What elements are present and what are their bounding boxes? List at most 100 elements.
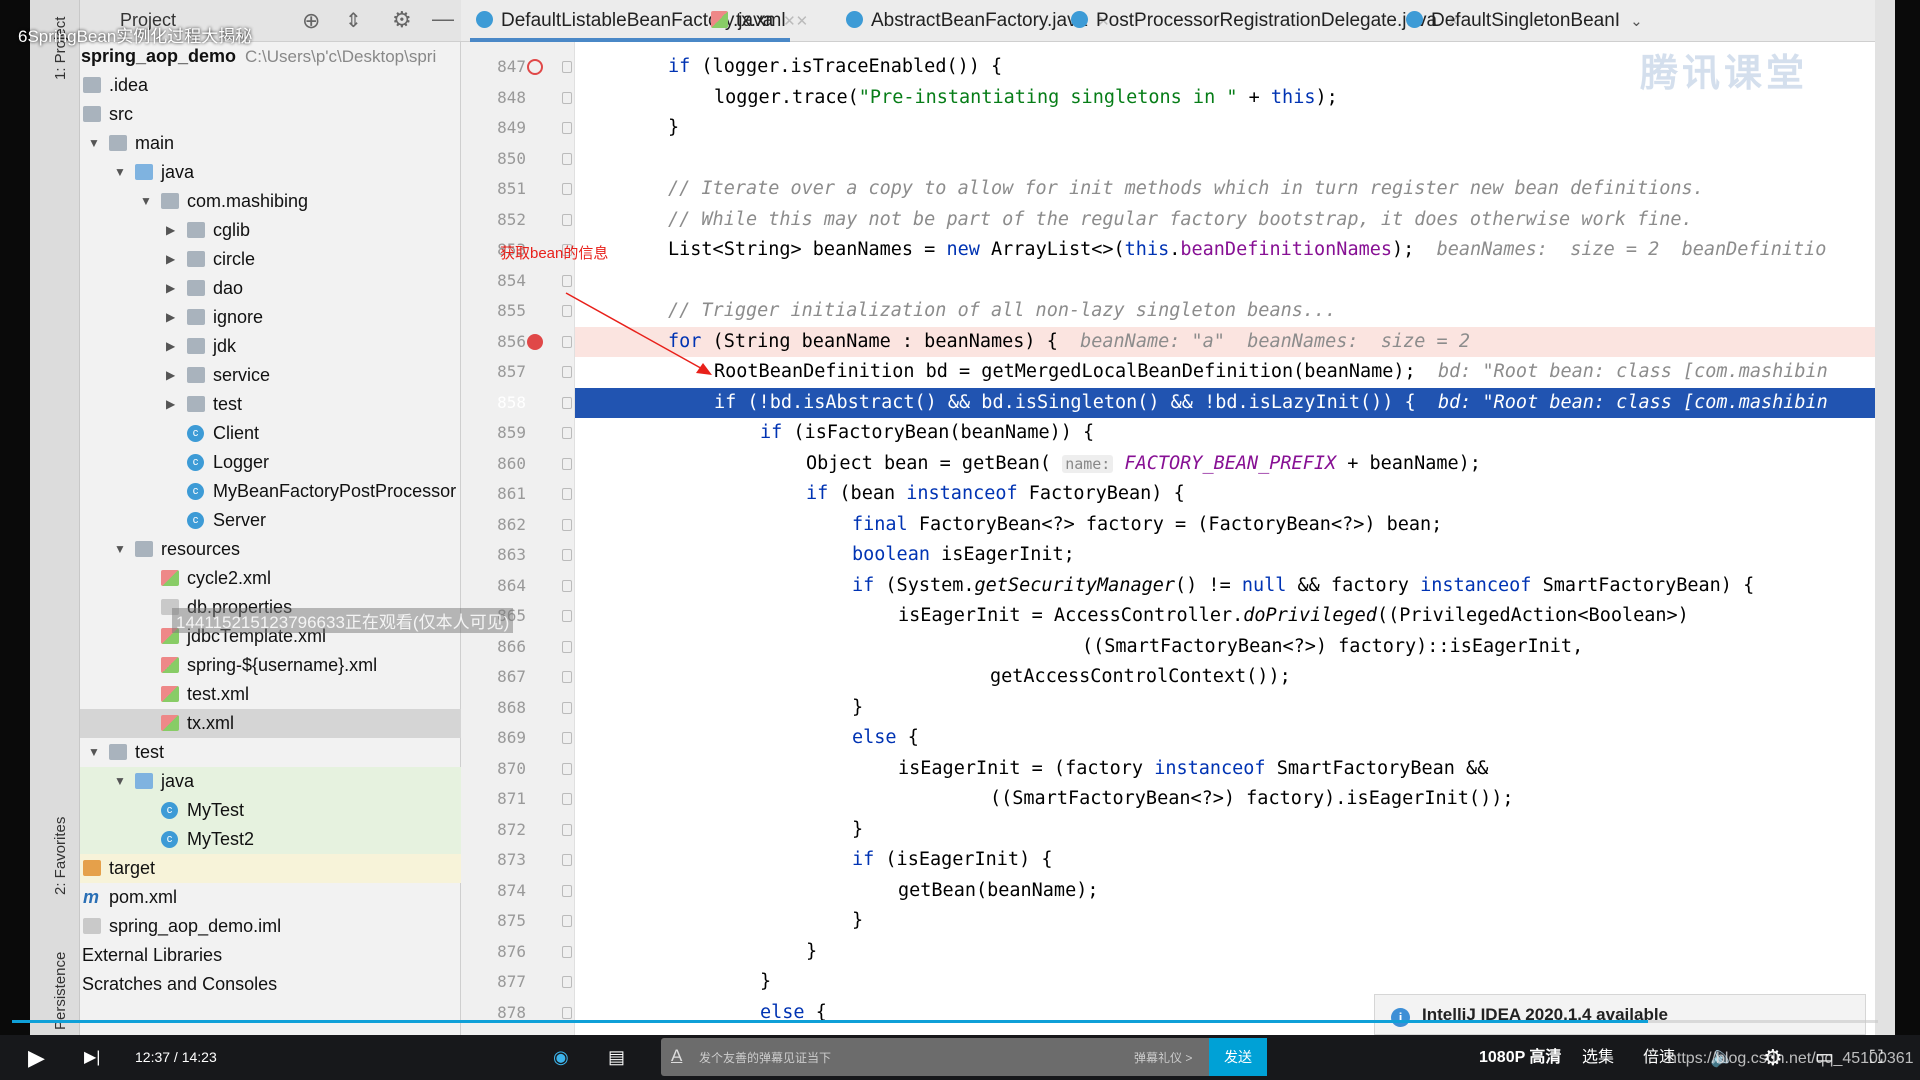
code-line[interactable]: 857 RootBeanDefinition bd = getMergedLoca… [0, 357, 1880, 387]
next-icon[interactable]: ▶| [84, 1035, 100, 1080]
code-line[interactable]: 871 ((SmartFactoryBean<?>) factory).isEag… [0, 784, 1880, 814]
editor-tab[interactable]: PostProcessorRegistrationDelegate.java ✕ [1071, 0, 1460, 42]
fold-marker-icon[interactable] [562, 762, 572, 775]
editor-tab-bar: DefaultListableBeanFactory.java ✕ tx.xml ✕ A… [461, 0, 1881, 42]
tree-item[interactable]: ▶ test [80, 390, 461, 419]
code-line[interactable]: 863 boolean isEagerInit; [0, 540, 1880, 570]
play-icon[interactable]: ▶ [28, 1035, 45, 1080]
code-line[interactable]: 848 logger.trace("Pre-instantiating singl… [0, 83, 1880, 113]
code-line[interactable]: 851 // Iterate over a copy to allow for i… [0, 174, 1880, 204]
fold-marker-icon[interactable] [562, 427, 572, 439]
code-line[interactable]: 861 if (bean instanceof FactoryBean) { [0, 479, 1880, 509]
fold-marker-icon[interactable] [562, 61, 572, 73]
editor-tab[interactable]: DefaultSingletonBeanI ⌄ [1406, 0, 1643, 42]
breakpoint-hit-icon[interactable] [527, 333, 543, 350]
fold-marker-icon[interactable] [562, 701, 572, 714]
line-number: 851 [497, 179, 526, 198]
fold-marker-icon[interactable] [562, 823, 572, 836]
fold-marker-icon[interactable] [562, 976, 572, 988]
code-token: boolean [852, 544, 930, 565]
episodes-button[interactable]: 选集 [1582, 1035, 1614, 1080]
code-line[interactable]: 858 if (!bd.isAbstract() && bd.isSingleto… [497, 387, 1875, 418]
code-line[interactable]: 866 ((SmartFactoryBean<?>) factory)::isEa… [0, 632, 1880, 662]
code-line[interactable]: 853 List<String> beanNames = new ArrayLis… [0, 235, 1880, 265]
fold-marker-icon[interactable] [562, 915, 572, 927]
danmaku-etiquette-link[interactable]: 弹幕礼仪 > [1134, 1049, 1192, 1066]
fold-marker-icon[interactable] [562, 854, 572, 866]
code-line[interactable]: 870 isEagerInit = (factory instanceof Sma… [0, 754, 1880, 784]
code-token: () != [1175, 574, 1242, 596]
code-line[interactable]: 872} [0, 815, 1880, 845]
send-danmaku-button[interactable]: 发送 [1209, 1038, 1267, 1076]
fold-marker-icon[interactable] [562, 732, 572, 744]
danmaku-settings-icon[interactable]: ▤ [608, 1035, 625, 1080]
code-line[interactable]: 862 final FactoryBean<?> factory = (Facto… [0, 510, 1880, 540]
fold-marker-icon[interactable] [562, 396, 572, 409]
code-line[interactable]: 876} [0, 937, 1880, 967]
collapsed-arrow-icon[interactable]: ▶ [166, 390, 175, 419]
gear-icon[interactable]: ⚙ [392, 7, 412, 33]
code-line[interactable]: 856 for (String beanName : beanNames) { b… [497, 326, 1875, 357]
fold-marker-icon[interactable] [562, 640, 572, 653]
right-tool-strip [1875, 0, 1895, 1035]
code-line[interactable]: 877} [0, 967, 1880, 997]
collapse-all-icon[interactable]: ⇕ [345, 8, 362, 33]
line-number: 849 [497, 118, 526, 137]
update-notification[interactable]: i IntelliJ IDEA 2020.1.4 available [1374, 994, 1866, 1035]
code-line[interactable]: 852 // While this may not be part of the … [0, 205, 1880, 235]
fold-marker-icon[interactable] [562, 945, 572, 958]
fold-marker-icon[interactable] [562, 518, 572, 531]
code-line[interactable]: 873 if (isEagerInit) { [0, 845, 1880, 875]
code-token: SmartFactoryBean && [1265, 757, 1489, 779]
code-line[interactable]: 867 getAccessControlContext()); [0, 662, 1880, 692]
quality-button[interactable]: 1080P 高清 [1479, 1035, 1561, 1080]
code-line[interactable]: 847 if (logger.isTraceEnabled()) { [0, 52, 1880, 82]
danmaku-input[interactable]: A 发个友善的弹幕见证当下 弹幕礼仪 > [661, 1038, 1209, 1076]
code-line[interactable]: 869 else { [0, 723, 1880, 753]
code-line[interactable]: 875} [0, 906, 1880, 936]
text-style-icon[interactable]: A [671, 1046, 682, 1066]
code-line[interactable]: 850 [0, 144, 1880, 174]
code-token: logger.trace( [714, 86, 859, 108]
code-token: (System. [874, 574, 975, 596]
fold-marker-icon[interactable] [562, 793, 572, 805]
close-tab-icon[interactable]: ✕ [796, 13, 809, 30]
fold-marker-icon[interactable] [562, 152, 572, 165]
fold-marker-icon[interactable] [562, 488, 572, 500]
code-line[interactable]: 874 getBean(beanName); [0, 876, 1880, 906]
locate-icon[interactable]: ⊕ [302, 8, 320, 34]
code-token: bd: "Root bean: class [com.mashibin [1437, 361, 1828, 382]
fold-marker-icon[interactable] [562, 610, 572, 622]
code-line[interactable]: 855 // Trigger initialization of all non-… [0, 296, 1880, 326]
code-token: + beanName); [1336, 452, 1481, 474]
code-line[interactable]: 868} [0, 693, 1880, 723]
code-token: doPrivileged [1243, 605, 1377, 626]
fold-marker-icon[interactable] [562, 579, 572, 592]
fold-marker-icon[interactable] [562, 457, 572, 470]
editor-tab[interactable]: tx.xml ✕ [711, 0, 808, 42]
code-token: (String beanName : beanNames) { [701, 330, 1081, 352]
fold-marker-icon[interactable] [562, 671, 572, 683]
code-line[interactable]: 864 if (System.getSecurityManager() != nu… [0, 571, 1880, 601]
code-token: ((PrivilegedAction<Boolean>) [1376, 605, 1689, 626]
code-text: getBean(beanName); [898, 876, 1098, 906]
fold-marker-icon[interactable] [562, 1006, 572, 1019]
code-line[interactable]: 849} [0, 113, 1880, 143]
tab-list-chevron-icon[interactable]: ⌄ [1630, 13, 1643, 30]
line-number: 852 [497, 209, 526, 229]
minimize-icon[interactable]: — [432, 6, 454, 32]
tab-label: tx.xml [736, 10, 786, 31]
fold-marker-icon[interactable] [562, 884, 572, 897]
fold-marker-icon[interactable] [562, 213, 572, 226]
code-line[interactable]: 854 [0, 266, 1880, 296]
code-line[interactable]: 860 Object bean = getBean( name: FACTORY_… [0, 449, 1880, 479]
danmaku-toggle-icon[interactable]: ◉ [553, 1035, 569, 1080]
line-number: 862 [497, 514, 526, 534]
fold-marker-icon[interactable] [562, 91, 572, 104]
fold-marker-icon[interactable] [562, 183, 572, 195]
breakpoint-icon[interactable] [527, 59, 543, 75]
fold-marker-icon[interactable] [562, 549, 572, 561]
fold-marker-icon[interactable] [562, 122, 572, 134]
code-line[interactable]: 859 if (isFactoryBean(beanName)) { [0, 418, 1880, 448]
annotation-text: 获取bean的信息 [500, 245, 609, 262]
